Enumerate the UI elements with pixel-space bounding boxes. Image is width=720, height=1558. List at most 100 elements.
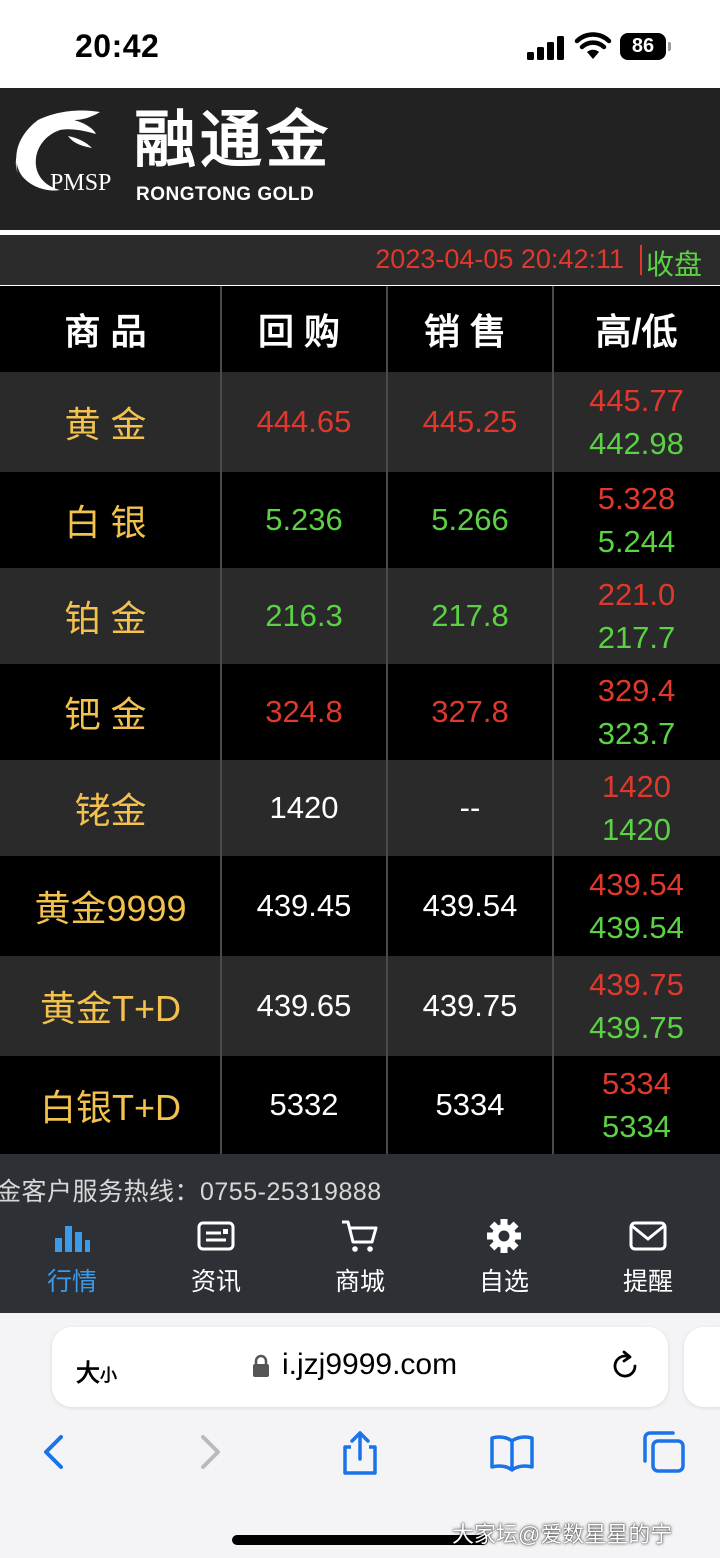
column-divider	[386, 286, 388, 1154]
high-price: 5334	[602, 1066, 671, 1101]
info-separator	[640, 245, 642, 275]
product-name: 黄金9999	[34, 888, 187, 929]
sell-price: 5.266	[431, 502, 509, 537]
tabs-icon[interactable]	[641, 1429, 687, 1475]
address-bar[interactable]: 大小 i.jzj9999.com	[52, 1327, 668, 1407]
tab-shop[interactable]: 商城	[288, 1210, 432, 1313]
low-price: 1420	[602, 812, 671, 847]
brand-name-cn: 融通金	[134, 106, 333, 175]
column-header-buyback: 回购	[257, 311, 350, 352]
low-price: 442.98	[589, 426, 684, 461]
column-header-sell: 销售	[423, 311, 516, 352]
status-time: 20:42	[75, 28, 160, 64]
buyback-price: 1420	[269, 790, 339, 825]
cellular-signal-icon	[527, 36, 565, 60]
site-header: PMSP 融通金 RONGTONG GOLD	[0, 88, 720, 230]
tab-alerts[interactable]: 提醒	[576, 1210, 720, 1313]
table-row[interactable]: 铑金 1420 -- 1420 1420	[0, 760, 720, 856]
logo-text: PMSP	[50, 170, 112, 196]
buyback-price: 5332	[269, 1087, 339, 1122]
cart-icon	[342, 1220, 378, 1252]
buyback-price: 439.65	[256, 988, 352, 1023]
text-size-large: 大	[76, 1360, 100, 1387]
market-status: 收盘	[645, 249, 702, 280]
back-icon[interactable]	[32, 1429, 78, 1475]
product-name: 白银	[64, 502, 157, 543]
url-text: i.jzj9999.com	[282, 1348, 458, 1381]
sell-price: 217.8	[431, 598, 509, 633]
tab-label: 行情	[46, 1268, 97, 1296]
lock-icon	[253, 1354, 269, 1377]
product-name: 黄金	[64, 404, 157, 445]
high-price: 329.4	[597, 673, 676, 708]
low-price: 5334	[602, 1109, 671, 1144]
column-header-high-low: 高/低	[595, 311, 678, 352]
text-size-button[interactable]: 大小	[76, 1353, 117, 1388]
tab-label: 提醒	[622, 1268, 673, 1296]
sell-price: 327.8	[431, 694, 509, 729]
low-price: 217.7	[597, 620, 676, 655]
table-row[interactable]: 白银T+D 5332 5334 5334 5334	[0, 1056, 720, 1154]
mail-icon	[629, 1221, 667, 1251]
buyback-price: 5.236	[265, 502, 343, 537]
service-hotline-text: 金客户服务热线：0755-25319888	[0, 1178, 382, 1206]
tab-news[interactable]: 资讯	[144, 1210, 288, 1313]
high-price: 5.328	[597, 481, 676, 516]
gear-icon	[487, 1219, 521, 1253]
status-bar: 20:42 86	[0, 0, 720, 88]
buyback-price: 444.65	[256, 404, 352, 439]
low-price: 5.244	[597, 524, 676, 559]
column-header-product: 商品	[64, 311, 157, 352]
sell-price: --	[459, 790, 481, 825]
service-hotline-bar: 金客户服务热线：0755-25319888	[0, 1154, 720, 1210]
tab-market[interactable]: 行情	[0, 1210, 144, 1313]
product-name: 铂金	[64, 598, 157, 639]
product-name: 黄金T+D	[39, 988, 181, 1029]
low-price: 323.7	[597, 716, 676, 751]
news-card-icon	[197, 1221, 235, 1251]
product-name: 铑金	[74, 790, 147, 831]
product-name: 白银T+D	[39, 1087, 181, 1128]
sell-price: 5334	[435, 1087, 505, 1122]
tab-label: 商城	[334, 1268, 385, 1296]
market-info-row: 2023-04-05 20:42:11 收盘	[0, 235, 720, 285]
table-row[interactable]: 钯金 324.8 327.8 329.4 323.7	[0, 664, 720, 760]
table-header-row: 商品 回购 销售 高/低	[0, 286, 720, 372]
quote-datetime: 2023-04-05 20:42:11	[375, 244, 624, 274]
bookmarks-icon[interactable]	[489, 1429, 535, 1475]
sell-price: 445.25	[422, 404, 518, 439]
text-size-small: 小	[100, 1366, 117, 1385]
sell-price: 439.75	[422, 988, 518, 1023]
share-icon[interactable]	[337, 1429, 383, 1475]
high-price: 221.0	[597, 577, 676, 612]
tab-label: 自选	[478, 1268, 529, 1296]
low-price: 439.75	[589, 1010, 684, 1045]
buyback-price: 439.45	[256, 888, 352, 923]
low-price: 439.54	[589, 910, 684, 945]
high-price: 439.54	[589, 867, 684, 902]
table-row[interactable]: 白银 5.236 5.266 5.328 5.244	[0, 472, 720, 568]
column-divider	[220, 286, 222, 1154]
column-divider	[552, 286, 554, 1154]
browser-toolbar: 大小 i.jzj9999.com 大家坛@爱数星星的宁	[0, 1313, 720, 1558]
table-row[interactable]: 铂金 216.3 217.8 221.0 217.7	[0, 568, 720, 664]
buyback-price: 324.8	[265, 694, 343, 729]
bar-chart-icon	[55, 1226, 90, 1252]
battery-cap-icon	[668, 42, 671, 51]
next-tab-preview[interactable]	[684, 1327, 720, 1407]
buyback-price: 216.3	[265, 598, 343, 633]
tab-label: 资讯	[190, 1268, 241, 1296]
table-row[interactable]: 黄金 444.65 445.25 445.77 442.98	[0, 372, 720, 472]
bottom-tab-bar: 行情 资讯 商城 自选 提醒	[0, 1210, 720, 1313]
product-name: 钯金	[64, 694, 157, 735]
reload-icon[interactable]	[608, 1349, 642, 1383]
tab-watchlist[interactable]: 自选	[432, 1210, 576, 1313]
high-price: 445.77	[589, 383, 684, 418]
sell-price: 439.54	[422, 888, 518, 923]
high-price: 1420	[602, 769, 671, 804]
table-row[interactable]: 黄金T+D 439.65 439.75 439.75 439.75	[0, 956, 720, 1056]
brand-name-en: RONGTONG GOLD	[136, 184, 315, 205]
battery-level: 86	[620, 33, 666, 60]
forward-icon[interactable]	[186, 1429, 232, 1475]
table-row[interactable]: 黄金9999 439.45 439.54 439.54 439.54	[0, 856, 720, 956]
